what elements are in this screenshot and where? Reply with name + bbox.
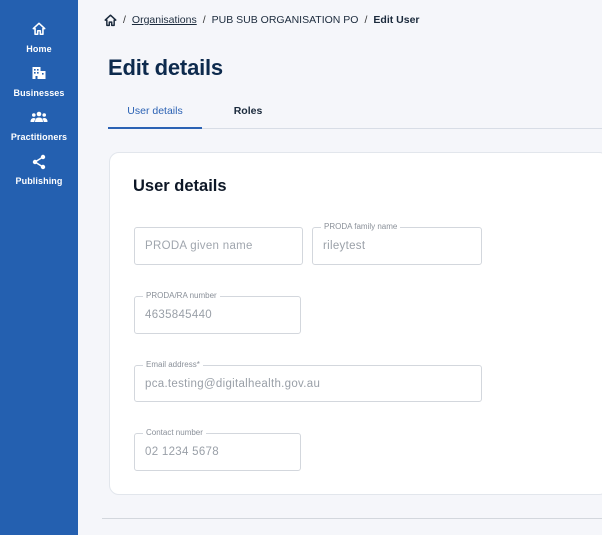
breadcrumb-organisation: PUB SUB ORGANISATION PO: [211, 14, 359, 26]
breadcrumb-link-organisations[interactable]: Organisations: [132, 14, 197, 26]
card-title: User details: [133, 177, 227, 195]
breadcrumb-separator: /: [123, 14, 126, 26]
contact-number-field[interactable]: Contact number 02 1234 5678: [134, 428, 301, 471]
people-icon: [0, 110, 78, 128]
email-value: pca.testing@digitalhealth.gov.au: [145, 377, 321, 390]
tab-user-details[interactable]: User details: [108, 96, 202, 129]
sidebar-item-label: Publishing: [15, 176, 63, 186]
sidebar-item-label: Businesses: [13, 88, 65, 98]
sidebar-item-publishing[interactable]: Publishing: [0, 154, 78, 186]
home-icon: [0, 22, 78, 40]
given-name-placeholder: PRODA given name: [145, 240, 253, 252]
tab-bar: User details Roles: [108, 96, 602, 129]
tab-roles[interactable]: Roles: [216, 96, 280, 129]
email-field[interactable]: Email address* pca.testing@digitalhealth…: [134, 360, 482, 402]
sidebar-item-label: Practitioners: [10, 132, 68, 142]
given-name-field[interactable]: PRODA given name: [134, 227, 303, 265]
family-name-field[interactable]: PRODA family name rileytest: [312, 222, 482, 265]
share-icon: [0, 154, 78, 172]
breadcrumb-current: Edit User: [373, 14, 420, 26]
family-name-value: rileytest: [323, 240, 366, 252]
sidebar-item-businesses[interactable]: Businesses: [0, 66, 78, 98]
sidebar: Home Businesses Practitioners Publishing: [0, 0, 78, 535]
sidebar-item-home[interactable]: Home: [0, 22, 78, 54]
contact-number-value: 02 1234 5678: [145, 446, 219, 458]
sidebar-item-practitioners[interactable]: Practitioners: [0, 110, 78, 142]
page-title: Edit details: [108, 55, 223, 80]
breadcrumb-separator: /: [364, 14, 368, 26]
footer-divider: [102, 518, 602, 519]
building-icon: [0, 66, 78, 84]
breadcrumb-separator: /: [202, 14, 206, 26]
home-icon[interactable]: [104, 13, 117, 27]
proda-number-field[interactable]: PRODA/RA number 4635845440: [134, 291, 301, 334]
sidebar-item-label: Home: [26, 44, 52, 54]
proda-number-value: 4635845440: [145, 309, 212, 321]
breadcrumb: / Organisations / PUB SUB ORGANISATION P…: [104, 12, 420, 28]
